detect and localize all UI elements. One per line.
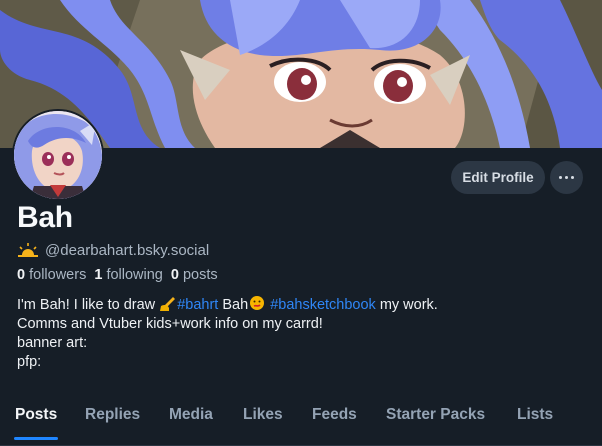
profile-stats: 0 followers 1 following 0 posts	[17, 267, 218, 283]
following-link[interactable]: 1 following	[94, 267, 163, 283]
face-emoji-icon	[250, 296, 265, 310]
followers-link[interactable]: 0 followers	[17, 267, 86, 283]
avatar-artwork	[14, 111, 102, 199]
tab-likes[interactable]: Likes	[243, 406, 283, 424]
following-label: following	[106, 267, 163, 283]
display-name: Bah	[17, 201, 73, 234]
hashtag-bahrt[interactable]: #bahrt	[177, 297, 218, 313]
posts-count: 0	[170, 267, 179, 283]
tab-starter-packs[interactable]: Starter Packs	[386, 406, 485, 424]
hashtag-bahsketchbook[interactable]: #bahsketchbook	[270, 297, 376, 313]
writing-hand-emoji-icon	[160, 297, 176, 311]
edit-profile-button[interactable]: Edit Profile	[451, 161, 545, 194]
tab-media[interactable]: Media	[169, 406, 213, 424]
posts-stat: 0 posts	[171, 267, 218, 283]
more-options-button[interactable]	[550, 161, 583, 194]
active-tab-indicator	[14, 437, 58, 440]
profile-tabs: Posts Replies Media Likes Feeds Starter …	[0, 396, 602, 446]
sun-emoji-icon	[18, 243, 38, 257]
profile-handle: @dearbahart.bsky.social	[45, 241, 210, 259]
tab-posts[interactable]: Posts	[15, 406, 57, 424]
tab-feeds[interactable]: Feeds	[312, 406, 357, 424]
avatar[interactable]	[12, 109, 104, 201]
following-count: 1	[94, 267, 103, 283]
followers-label: followers	[29, 267, 87, 283]
bio-line-2: Comms and Vtuber kids+work info on my ca…	[17, 316, 323, 332]
posts-label: posts	[182, 267, 218, 283]
followers-count: 0	[17, 267, 26, 283]
handle-row: @dearbahart.bsky.social	[17, 240, 209, 260]
bio-line-1: I'm Bah! I like to draw #bahrt Bah #bahs…	[17, 296, 438, 313]
ellipsis-icon	[559, 176, 562, 179]
bio-line-4: pfp:	[17, 354, 42, 370]
tab-replies[interactable]: Replies	[85, 406, 140, 424]
bio-line-3: banner art:	[17, 335, 88, 351]
tab-lists[interactable]: Lists	[517, 406, 553, 424]
profile-bio: I'm Bah! I like to draw #bahrt Bah #bahs…	[17, 295, 587, 372]
